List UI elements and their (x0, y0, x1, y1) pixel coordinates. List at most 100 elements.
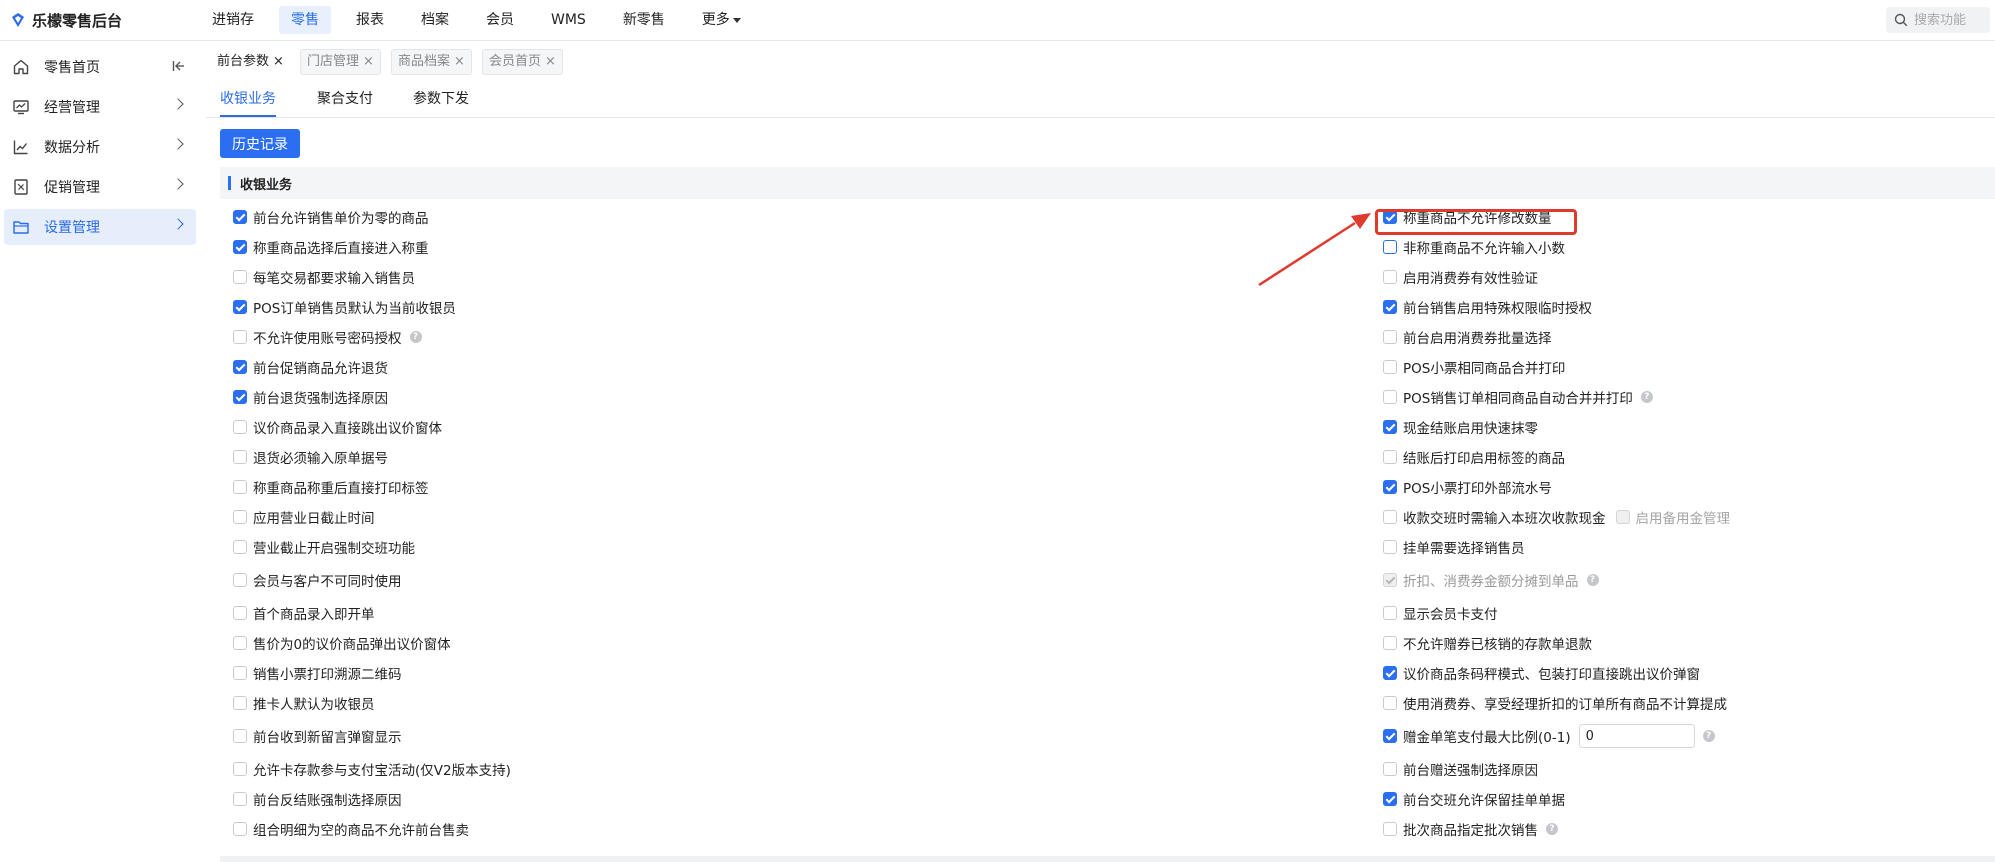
setting-checkbox[interactable] (233, 606, 247, 620)
sidebar-item-retail-home[interactable]: 零售首页 (4, 49, 196, 85)
page-tab-member-home[interactable]: 会员首页 × (482, 49, 563, 75)
setting-checkbox[interactable] (1383, 480, 1397, 494)
setting-label[interactable]: 前台反结账强制选择原因 (253, 789, 402, 809)
setting-checkbox[interactable] (233, 540, 247, 554)
setting-label[interactable]: 应用营业日截止时间 (253, 507, 375, 527)
nav-item-new-retail[interactable]: 新零售 (611, 6, 677, 34)
setting-checkbox[interactable] (1383, 270, 1397, 284)
setting-checkbox[interactable] (233, 360, 247, 374)
petty-cash-option[interactable]: 启用备用金管理 (1615, 507, 1730, 527)
setting-checkbox[interactable] (233, 822, 247, 836)
page-tab-store-management[interactable]: 门店管理 × (300, 49, 381, 75)
setting-label[interactable]: 折扣、消费券金额分摊到单品 (1403, 570, 1579, 590)
setting-label[interactable]: 显示会员卡支付 (1403, 603, 1498, 623)
sidebar-item-data-analysis[interactable]: 数据分析 (4, 129, 196, 165)
setting-label[interactable]: 称重商品称重后直接打印标签 (253, 477, 429, 497)
setting-label[interactable]: 前台启用消费券批量选择 (1403, 327, 1552, 347)
setting-label[interactable]: 不允许赠券已核销的存款单退款 (1403, 633, 1592, 653)
setting-checkbox[interactable] (1383, 729, 1397, 743)
setting-checkbox[interactable] (233, 210, 247, 224)
setting-checkbox[interactable] (233, 666, 247, 680)
setting-checkbox[interactable] (1383, 390, 1397, 404)
setting-checkbox[interactable] (1383, 636, 1397, 650)
setting-label[interactable]: 使用消费券、享受经理折扣的订单所有商品不计算提成 (1403, 693, 1727, 713)
setting-label[interactable]: 销售小票打印溯源二维码 (253, 663, 402, 683)
setting-checkbox[interactable] (1383, 360, 1397, 374)
setting-label[interactable]: 售价为0的议价商品弹出议价窗体 (253, 633, 451, 653)
setting-label[interactable]: 议价商品录入直接跳出议价窗体 (253, 417, 442, 437)
setting-label[interactable]: 允许卡存款参与支付宝活动(仅V2版本支持) (253, 759, 511, 779)
setting-checkbox[interactable] (233, 696, 247, 710)
help-icon[interactable]: ? (409, 331, 422, 343)
setting-label[interactable]: 营业截止开启强制交班功能 (253, 537, 415, 557)
close-icon[interactable]: × (273, 50, 284, 74)
setting-checkbox[interactable] (1383, 762, 1397, 776)
help-icon[interactable]: ? (1702, 730, 1715, 742)
setting-checkbox[interactable] (233, 330, 247, 344)
setting-checkbox[interactable] (1383, 450, 1397, 464)
close-icon[interactable]: × (545, 50, 556, 74)
setting-checkbox[interactable] (233, 480, 247, 494)
setting-label[interactable]: 前台赠送强制选择原因 (1403, 759, 1538, 779)
history-button[interactable]: 历史记录 (220, 129, 300, 158)
setting-checkbox[interactable] (1383, 540, 1397, 554)
setting-label[interactable]: 首个商品录入即开单 (253, 603, 375, 623)
setting-label[interactable]: 启用消费券有效性验证 (1403, 267, 1538, 287)
setting-label[interactable]: 称重商品选择后直接进入称重 (253, 237, 429, 257)
setting-checkbox[interactable] (1383, 606, 1397, 620)
setting-label[interactable]: 前台促销商品允许退货 (253, 357, 388, 377)
sidebar-item-settings[interactable]: 设置管理 (4, 209, 196, 245)
setting-label[interactable]: 前台允许销售单价为零的商品 (253, 207, 429, 227)
setting-label[interactable]: POS销售订单相同商品自动合并并打印 (1403, 387, 1633, 407)
setting-label[interactable]: 前台销售启用特殊权限临时授权 (1403, 297, 1592, 317)
setting-checkbox[interactable] (233, 390, 247, 404)
nav-item-more[interactable]: 更多 (690, 6, 753, 34)
setting-label[interactable]: POS小票打印外部流水号 (1403, 477, 1552, 497)
app-logo[interactable]: 乐檬零售后台 (10, 10, 122, 30)
setting-label[interactable]: 每笔交易都要求输入销售员 (253, 267, 415, 287)
setting-label[interactable]: 非称重商品不允许输入小数 (1403, 237, 1565, 257)
setting-checkbox[interactable] (1383, 666, 1397, 680)
setting-label[interactable]: 不允许使用账号密码授权 (253, 327, 402, 347)
setting-label[interactable]: 挂单需要选择销售员 (1403, 537, 1525, 557)
tab-aggregate-payment[interactable]: 聚合支付 (317, 87, 373, 117)
nav-item-retail[interactable]: 零售 (279, 6, 331, 34)
setting-label[interactable]: 组合明细为空的商品不允许前台售卖 (253, 819, 469, 839)
setting-label[interactable]: 批次商品指定批次销售 (1403, 819, 1538, 839)
setting-label[interactable]: 退货必须输入原单据号 (253, 447, 388, 467)
help-icon[interactable]: ? (1546, 823, 1558, 835)
page-tab-frontend-params[interactable]: 前台参数 × (210, 49, 291, 75)
nav-item-archives[interactable]: 档案 (409, 6, 461, 34)
setting-label[interactable]: 推卡人默认为收银员 (253, 693, 375, 713)
search-input[interactable] (1912, 11, 1988, 29)
setting-checkbox[interactable] (233, 510, 247, 524)
sidebar-item-operations[interactable]: 经营管理 (4, 89, 196, 125)
page-tab-product-archives[interactable]: 商品档案 × (391, 49, 472, 75)
setting-checkbox[interactable] (1615, 510, 1630, 524)
sidebar-item-promotions[interactable]: 促销管理 (4, 169, 196, 205)
setting-checkbox[interactable] (1383, 420, 1397, 434)
setting-checkbox[interactable] (1383, 792, 1397, 806)
close-icon[interactable]: × (454, 50, 465, 74)
setting-label[interactable]: POS小票相同商品合并打印 (1403, 357, 1565, 377)
setting-label[interactable]: POS订单销售员默认为当前收银员 (253, 297, 456, 317)
search-box[interactable] (1886, 7, 1990, 33)
setting-label[interactable]: 赠金单笔支付最大比例(0-1) (1403, 726, 1571, 746)
setting-checkbox[interactable] (1383, 510, 1397, 524)
setting-label[interactable]: 议价商品条码秤模式、包装打印直接跳出议价弹窗 (1403, 663, 1700, 683)
close-icon[interactable]: × (363, 50, 374, 74)
setting-label[interactable]: 现金结账启用快速抹零 (1403, 417, 1538, 437)
help-icon[interactable]: ? (1586, 574, 1599, 586)
setting-label[interactable]: 前台交班允许保留挂单单据 (1403, 789, 1565, 809)
setting-label[interactable]: 前台退货强制选择原因 (253, 387, 388, 407)
setting-label[interactable]: 前台收到新留言弹窗显示 (253, 726, 402, 746)
setting-label[interactable]: 会员与客户不可同时使用 (253, 570, 402, 590)
tab-param-distribution[interactable]: 参数下发 (413, 87, 469, 117)
setting-checkbox[interactable] (233, 420, 247, 434)
setting-checkbox[interactable] (1383, 330, 1397, 344)
setting-checkbox[interactable] (233, 762, 247, 776)
setting-checkbox[interactable] (233, 300, 247, 314)
nav-item-wms[interactable]: WMS (539, 6, 598, 34)
nav-item-inventory[interactable]: 进销存 (200, 6, 266, 34)
tab-cashier-business[interactable]: 收银业务 (220, 87, 276, 117)
